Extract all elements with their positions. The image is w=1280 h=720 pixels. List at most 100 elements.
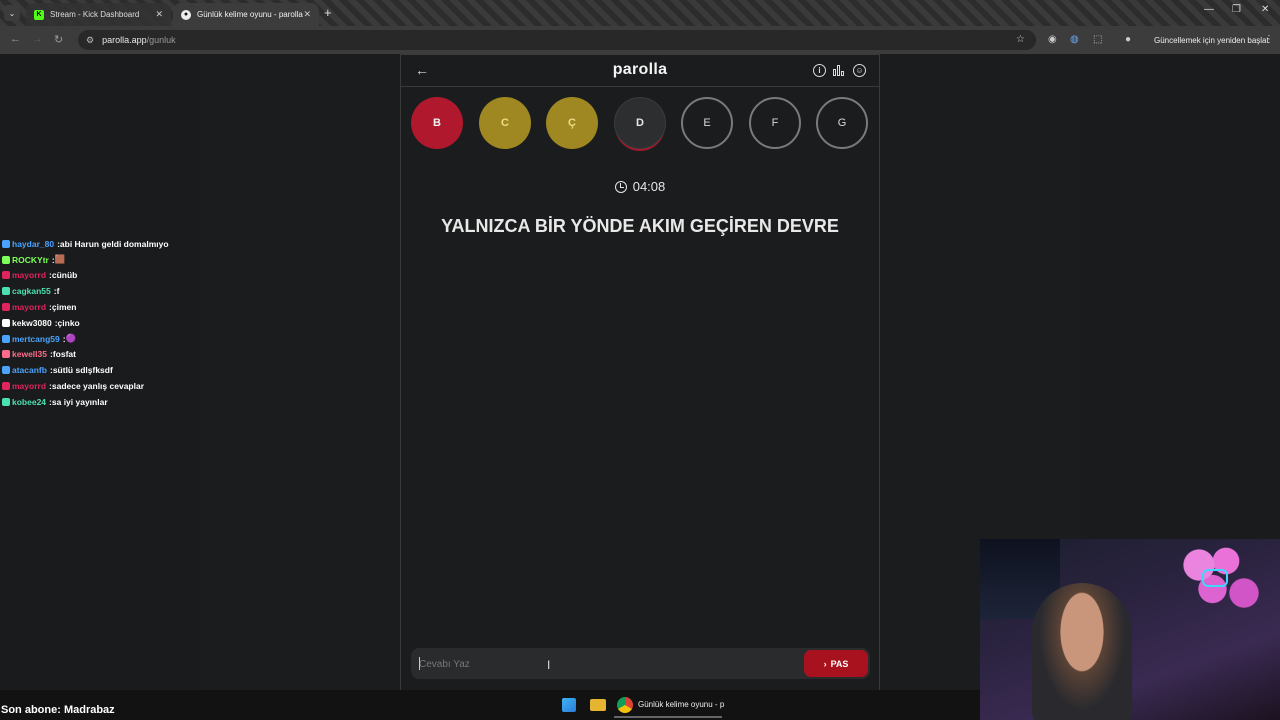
chat-username: kekw3080 [12, 317, 52, 328]
chat-username: kobee24 [12, 396, 47, 407]
tab-label: Stream - Kick Dashboard [50, 10, 140, 19]
chat-badge-icon [2, 397, 10, 406]
browser-toolbar: ← → ↻ ⚙ parolla.app/gunluk ☆ ◉ ◍ ⬚ ● Gün… [0, 26, 1280, 54]
game-title: parolla [612, 61, 668, 78]
letter-f: F [749, 97, 801, 149]
webcam-feed [980, 539, 1280, 720]
chat-badge-icon [2, 239, 10, 248]
chat-badge-icon [2, 382, 10, 391]
chat-text: 🟫 [54, 254, 66, 265]
minimize-icon[interactable]: — [1204, 4, 1214, 15]
letter-g: G [816, 97, 868, 149]
answer-input[interactable] [419, 654, 789, 674]
tab-kick-dashboard[interactable]: K Stream - Kick Dashboard ✕ [26, 3, 171, 26]
pass-label: PAS [830, 658, 849, 669]
letter-c: C [479, 97, 531, 149]
tab-parolla[interactable]: ● Günlük kelime oyunu - parolla ✕ [173, 3, 319, 26]
chat-message: kewell35: fosfat [2, 347, 198, 363]
extension-icon[interactable]: ◍ [1070, 34, 1079, 45]
profile-avatar-icon[interactable]: ● [1125, 34, 1131, 45]
close-window-icon[interactable]: ✕ [1261, 4, 1269, 15]
chat-text: sütlü sdlşfksdf [52, 365, 113, 376]
back-icon[interactable]: ← [10, 33, 21, 45]
url-path: /gunluk [146, 35, 176, 45]
taskbar-chrome-label[interactable]: Günlük kelime oyunu - p [638, 700, 724, 709]
chat-overlay: haydar_80: abi Harun geldi domalmıyo ROCK… [2, 236, 198, 410]
chat-badge-icon [2, 271, 10, 280]
restore-icon[interactable]: ❐ [1232, 4, 1241, 15]
chat-text: çinko [57, 317, 80, 328]
chat-username: mayorrd [12, 270, 47, 281]
chat-badge-icon [2, 366, 10, 375]
chat-username: atacanfb [12, 365, 47, 376]
extensions-puzzle-icon[interactable]: ⬚ [1093, 34, 1102, 45]
chat-username: haydar_80 [12, 238, 55, 249]
chat-username: ROCKYtr [12, 254, 49, 265]
new-tab-icon[interactable]: + [324, 5, 332, 20]
letter-wheel: B C Ç D E F G [411, 97, 871, 151]
stats-icon[interactable] [833, 64, 846, 76]
tab-search-icon[interactable]: ⌄ [4, 5, 20, 21]
kick-icon: K [34, 9, 44, 20]
close-icon[interactable]: ✕ [303, 9, 311, 20]
timer: 04:08 [401, 179, 879, 194]
streamer [1032, 583, 1132, 720]
chat-text: fosfat [52, 349, 76, 360]
pass-button[interactable]: › PAS [804, 650, 868, 677]
browser-tab-strip: ⌄ K Stream - Kick Dashboard ✕ ● Günlük k… [0, 0, 1280, 26]
chat-message: haydar_80: abi Harun geldi domalmıyo [2, 236, 198, 252]
chat-message: atacanfb: sütlü sdlşfksdf [2, 362, 198, 378]
text-caret [419, 657, 420, 670]
chat-message: mertcang59: 🟣 [2, 331, 198, 347]
letter-b: B [411, 97, 463, 149]
tab-label: Günlük kelime oyunu - parolla [197, 10, 303, 19]
chat-badge-icon [2, 318, 10, 327]
bookmark-star-icon[interactable]: ☆ [1016, 34, 1025, 45]
chat-message: kobee24: sa iyi yayınlar [2, 394, 198, 410]
close-icon[interactable]: ✕ [155, 9, 163, 20]
url-host: parolla.app [102, 35, 147, 45]
reload-icon[interactable]: ↻ [54, 33, 63, 46]
letter-e: E [681, 97, 733, 149]
game-header: ← parolla i ☺ [401, 55, 879, 87]
chat-message: mayorrd: cünüb [2, 268, 198, 284]
neon-gamepad-sign [1202, 569, 1228, 587]
chat-username: mertcang59 [12, 333, 60, 344]
chat-text: çimen [51, 302, 77, 313]
chat-message: ROCKYtr: 🟫 [2, 252, 198, 268]
windows-start-icon[interactable] [562, 698, 576, 712]
chat-text: cünüb [51, 270, 78, 281]
letter-c-cedilla: Ç [546, 97, 598, 149]
site-info-icon[interactable]: ⚙ [86, 35, 94, 46]
chat-username: cagkan55 [12, 286, 51, 297]
chat-username: mayorrd [12, 381, 47, 392]
timer-value: 04:08 [632, 179, 666, 194]
chat-username: kewell35 [12, 349, 47, 360]
user-icon[interactable]: ☺ [853, 64, 866, 77]
chat-badge-icon [2, 287, 10, 296]
letter-d: D [614, 97, 666, 149]
chat-badge-icon [2, 303, 10, 312]
chat-badge-icon [2, 255, 10, 264]
taskbar [0, 690, 980, 720]
game-container: ← parolla i ☺ B C Ç D E F G 04:08 YALNIZ… [400, 54, 880, 690]
chat-message: cagkan55: f [2, 283, 198, 299]
question-text: YALNIZCA BİR YÖNDE AKIM GEÇİREN DEVRE [441, 216, 839, 236]
mouse-cursor-ibeam: I [547, 658, 551, 672]
taskbar-active-indicator [614, 716, 722, 718]
forward-icon[interactable]: → [32, 33, 43, 45]
file-explorer-icon[interactable] [590, 699, 606, 711]
chat-message: mayorrd: çimen [2, 299, 198, 315]
address-bar[interactable]: ⚙ parolla.app/gunluk [78, 30, 1036, 50]
chat-text: sadece yanlış cevaplar [51, 381, 145, 392]
more-menu-icon[interactable]: ⋮ [1264, 34, 1274, 45]
info-icon[interactable]: i [813, 64, 826, 77]
chat-text: abi Harun geldi domalmıyo [59, 238, 169, 249]
last-subscriber-label: Son abone: Madrabaz [1, 704, 115, 716]
chat-text: 🟣 [65, 333, 77, 344]
chat-text: sa iyi yayınlar [51, 396, 108, 407]
chrome-icon[interactable] [617, 697, 633, 713]
update-restart-button[interactable]: Güncellemek için yeniden başlat [1146, 30, 1277, 50]
extension-icon[interactable]: ◉ [1048, 34, 1057, 45]
parolla-icon: ● [181, 9, 191, 20]
